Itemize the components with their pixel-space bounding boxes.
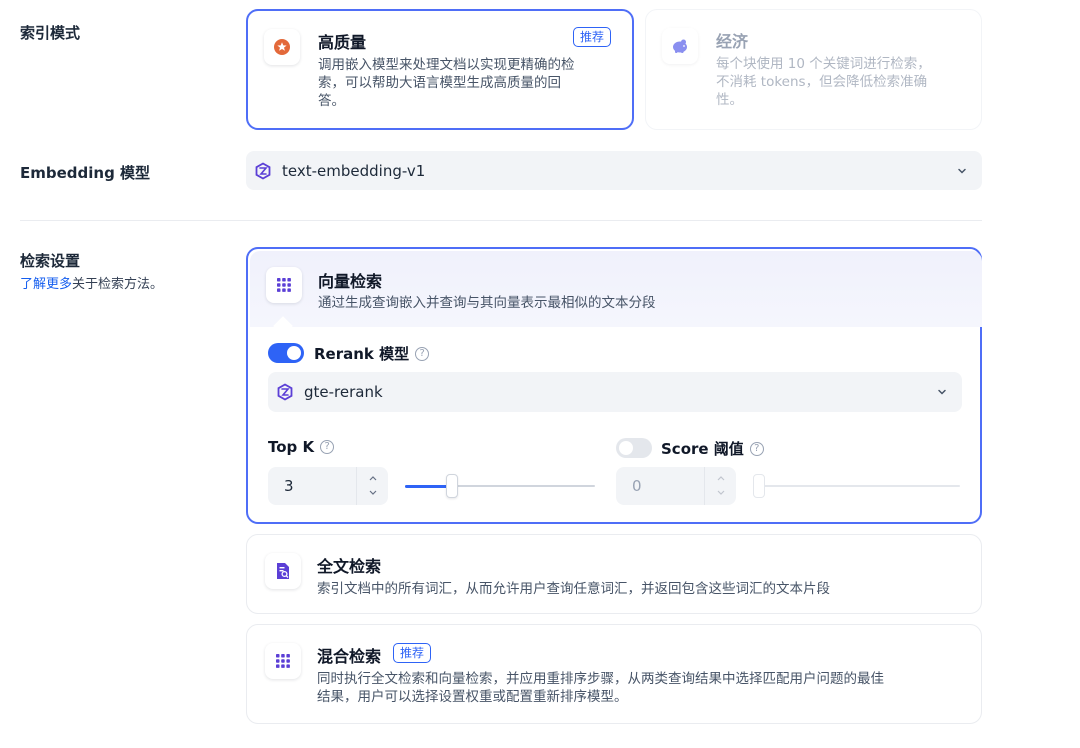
vector-retrieval-title: 向量检索 [318, 272, 383, 291]
chevron-up-icon[interactable] [368, 474, 378, 482]
embedding-section-label: Embedding 模型 [20, 162, 150, 183]
top-k-stepper[interactable] [356, 467, 388, 505]
star-badge-icon [264, 29, 300, 65]
chevron-down-icon[interactable] [716, 489, 726, 497]
score-slider-track [753, 485, 960, 487]
score-threshold-toggle[interactable] [616, 438, 652, 458]
economy-description: 每个块使用 10 个关键词进行检索， 不消耗 tokens，但会降低检索准确 性… [716, 56, 931, 108]
high-quality-option[interactable]: 高质量 推荐 调用嵌入模型来处理文档以实现更精确的检 索，可以帮助大语言模型生成… [246, 9, 634, 130]
chevron-up-icon[interactable] [716, 474, 726, 482]
top-k-input[interactable]: 3 [268, 467, 388, 505]
score-threshold-label: Score 阈值? [661, 438, 764, 459]
help-icon[interactable]: ? [320, 440, 335, 454]
retrieval-label: 检索设置 [20, 252, 81, 270]
rerank-toggle[interactable] [268, 343, 304, 363]
help-icon[interactable]: ? [749, 441, 764, 456]
score-slider-handle[interactable] [753, 474, 765, 498]
document-search-icon [265, 553, 301, 589]
retrieval-section-label: 检索设置 了解更多关于检索方法。 [20, 250, 163, 292]
economy-option[interactable]: 经济 每个块使用 10 个关键词进行检索， 不消耗 tokens，但会降低检索准… [645, 9, 982, 130]
score-threshold-input[interactable]: 0 [616, 467, 736, 505]
chevron-down-icon [958, 168, 966, 174]
rerank-model-select[interactable]: gte-rerank [268, 372, 962, 412]
piggy-bank-icon [662, 28, 698, 64]
rerank-model-value: gte-rerank [304, 383, 383, 401]
top-k-slider-handle[interactable] [446, 474, 458, 498]
score-threshold-stepper[interactable] [704, 467, 736, 505]
hybrid-retrieval-description: 同时执行全文检索和向量检索，并应用重排序步骤，从两类查询结果中选择匹配用户问题的… [317, 671, 884, 705]
grid-dots-icon [265, 643, 301, 679]
full-text-retrieval-title: 全文检索 [317, 557, 382, 576]
hybrid-retrieval-option[interactable]: 混合检索 推荐 同时执行全文检索和向量检索，并应用重排序步骤，从两类查询结果中选… [246, 624, 982, 724]
index-mode-section-label: 索引模式 [20, 22, 80, 43]
top-k-slider-fill [405, 485, 450, 488]
embedding-model-value: text-embedding-v1 [282, 161, 426, 180]
high-quality-description: 调用嵌入模型来处理文档以实现更精确的检 索，可以帮助大语言模型生成高质量的回 答… [318, 57, 575, 109]
full-text-retrieval-description: 索引文档中的所有词汇，从而允许用户查询任意词汇，并返回包含这些词汇的文本片段 [317, 581, 830, 597]
index-mode-label: 索引模式 [20, 24, 81, 42]
embedding-label: Embedding 模型 [20, 164, 151, 182]
recommended-badge: 推荐 [572, 27, 611, 47]
retrieval-help-text: 了解更多关于检索方法。 [20, 277, 164, 292]
economy-title: 经济 [716, 32, 749, 51]
chevron-down-icon[interactable] [368, 489, 378, 497]
recommended-badge: 推荐 [393, 643, 432, 663]
high-quality-title: 高质量 [318, 33, 367, 52]
help-icon[interactable]: ? [415, 346, 430, 361]
embedding-model-select[interactable]: text-embedding-v1 [246, 151, 982, 190]
model-logo-icon [255, 161, 271, 180]
hybrid-retrieval-title: 混合检索 [317, 647, 382, 666]
section-divider [20, 220, 982, 221]
vector-retrieval-option[interactable]: 向量检索 通过生成查询嵌入并查询与其向量表示最相似的文本分段 Rerank 模型… [246, 247, 982, 524]
rerank-label: Rerank 模型? [314, 343, 430, 364]
vector-retrieval-description: 通过生成查询嵌入并查询与其向量表示最相似的文本分段 [318, 295, 656, 311]
chevron-down-icon [938, 389, 946, 395]
learn-more-link[interactable]: 了解更多 [20, 277, 72, 292]
full-text-retrieval-option[interactable]: 全文检索 索引文档中的所有词汇，从而允许用户查询任意词汇，并返回包含这些词汇的文… [246, 534, 982, 614]
model-logo-icon [277, 383, 293, 401]
score-threshold-slider[interactable] [753, 474, 960, 498]
top-k-slider[interactable] [405, 474, 595, 498]
grid-dots-icon [266, 267, 302, 303]
top-k-label: Top K? [268, 438, 335, 456]
